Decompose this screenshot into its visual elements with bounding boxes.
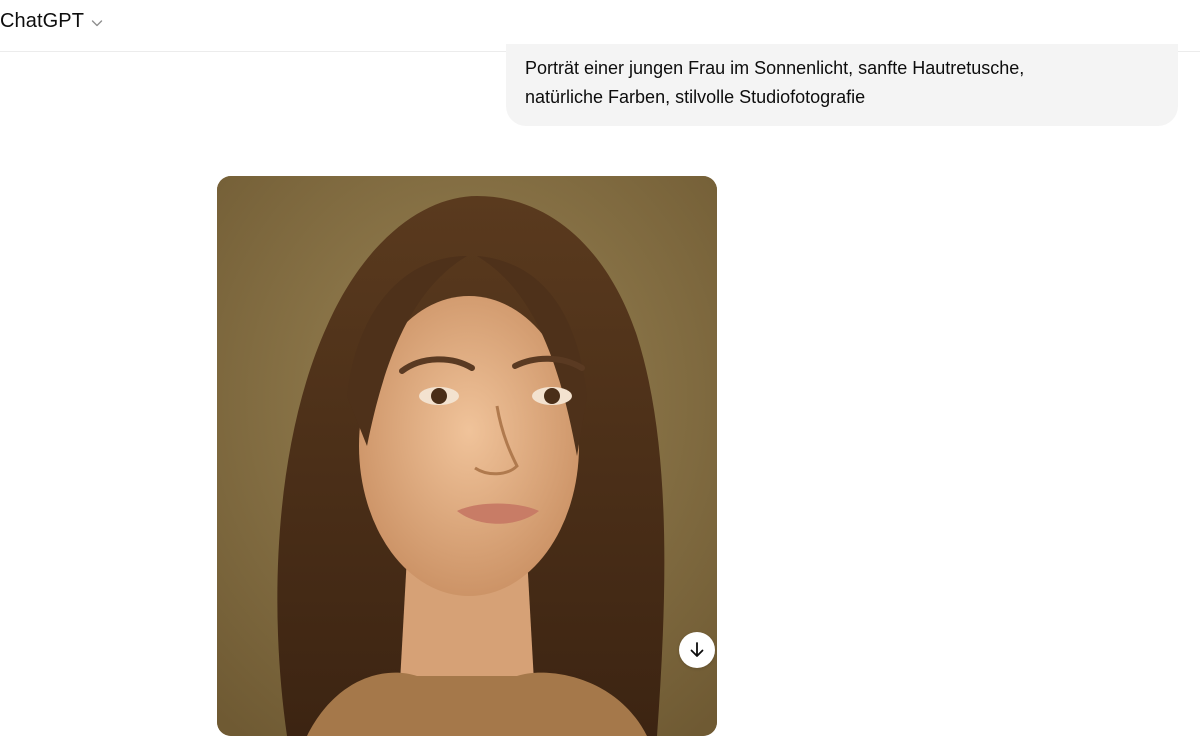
user-message-bubble: Porträt einer jungen Frau im Sonnenlicht… <box>506 44 1178 126</box>
download-button[interactable] <box>679 632 715 668</box>
chevron-down-icon <box>91 19 103 26</box>
portrait-image <box>217 176 717 736</box>
user-message-line: natürliche Farben, stilvolle Studiofotog… <box>525 87 866 107</box>
user-message-line: Porträt einer jungen Frau im Sonnenlicht… <box>525 58 1025 78</box>
model-switcher[interactable]: ChatGPT <box>0 6 104 36</box>
model-name: ChatGPT <box>0 9 85 32</box>
arrow-down-icon <box>690 642 704 657</box>
generated-image[interactable] <box>217 176 717 736</box>
